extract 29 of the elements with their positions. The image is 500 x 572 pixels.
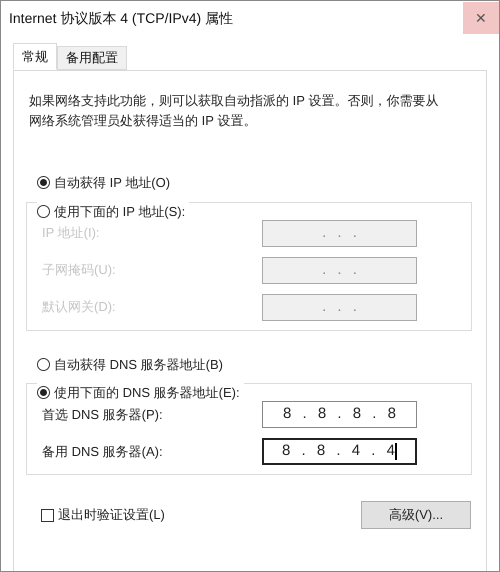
field-label: 首选 DNS 服务器(P): bbox=[42, 406, 164, 424]
field-label: 默认网关(D): bbox=[42, 298, 117, 316]
field-value: 8 . 8 . 8 . 8 bbox=[283, 404, 396, 424]
ip-address-field[interactable]: 8 . 8 . 8 . 8 bbox=[262, 401, 417, 428]
field-value: 8 . 8 . 4 . 4 bbox=[282, 441, 395, 462]
checkbox[interactable] bbox=[41, 508, 54, 522]
radio-label: 使用下面的 DNS 服务器地址(E): bbox=[54, 384, 240, 402]
field-value: . . . bbox=[322, 260, 357, 280]
radio-label: 自动获得 IP 地址(O) bbox=[54, 174, 170, 192]
field-value: . . . bbox=[322, 222, 357, 243]
tab[interactable]: 常规 bbox=[13, 43, 57, 70]
field-value: . . . bbox=[322, 296, 357, 317]
window-title: Internet 协议版本 4 (TCP/IPv4) 属性 bbox=[9, 8, 234, 28]
close-button[interactable]: ✕ bbox=[463, 2, 499, 34]
radio-button[interactable] bbox=[37, 358, 50, 371]
radio-button[interactable] bbox=[37, 204, 50, 218]
ip-address-field[interactable]: 8 . 8 . 4 . 4 bbox=[262, 438, 417, 465]
field-label: 子网掩码(U): bbox=[42, 261, 117, 280]
advanced-button[interactable]: 高级(V)... bbox=[361, 501, 471, 529]
field-label: IP 地址(I): bbox=[42, 224, 101, 242]
text-cursor bbox=[394, 443, 397, 460]
radio-label: 使用下面的 IP 地址(S): bbox=[54, 202, 186, 221]
tab[interactable]: 备用配置 bbox=[57, 46, 127, 70]
checkbox-label: 退出时验证设置(L) bbox=[58, 506, 166, 524]
field-label: 备用 DNS 服务器(A): bbox=[42, 442, 164, 461]
radio-label: 自动获得 DNS 服务器地址(B) bbox=[54, 356, 223, 374]
description-text: 如果网络支持此功能，则可以获取自动指派的 IP 设置。否则，你需要从网络系统管理员处获得适当的 IP 设置。 bbox=[29, 92, 440, 130]
radio-button[interactable] bbox=[37, 176, 50, 190]
radio-button[interactable] bbox=[37, 386, 50, 400]
